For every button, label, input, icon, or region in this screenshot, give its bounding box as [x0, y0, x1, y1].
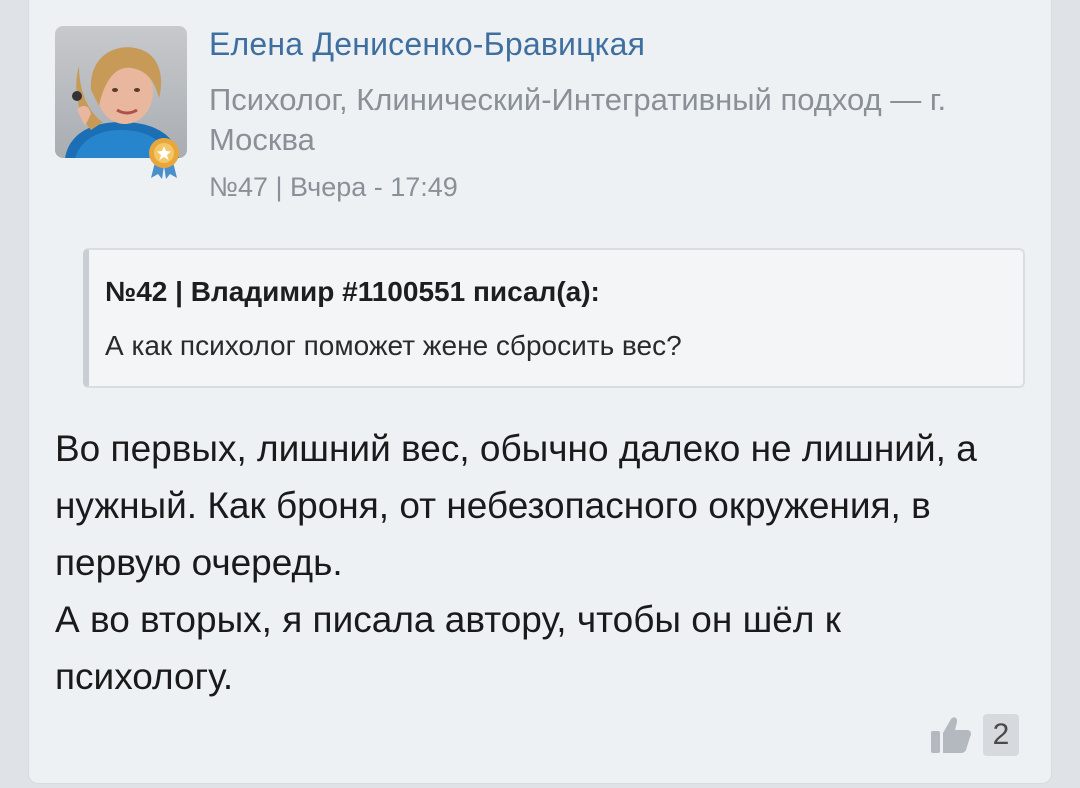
thumbs-up-icon[interactable] [929, 715, 973, 755]
author-description: Психолог, Клинический-Интегративный подх… [209, 82, 947, 157]
post-body: Во первых, лишний вес, обычно далеко не … [55, 420, 1025, 705]
likes-widget: 2 [929, 714, 1019, 756]
quote-text: А как психолог поможет жене сбросить вес… [105, 330, 682, 361]
post-paragraph: А во вторых, я писала автору, чтобы он ш… [55, 599, 841, 697]
quoted-message: №42 | Владимир #1100551 писал(а): А как … [83, 248, 1025, 388]
post-paragraph: Во первых, лишний вес, обычно далеко не … [55, 428, 977, 583]
like-count: 2 [983, 714, 1019, 756]
author-name-link[interactable]: Елена Денисенко-Бравицкая [209, 26, 645, 63]
quote-header[interactable]: №42 | Владимир #1100551 писал(а): [105, 276, 600, 308]
award-medal-icon [149, 138, 179, 179]
forum-post-card: Елена Денисенко-Бравицкая Психолог, Клин… [28, 0, 1052, 784]
post-meta: №47 | Вчера - 17:49 [209, 172, 458, 202]
